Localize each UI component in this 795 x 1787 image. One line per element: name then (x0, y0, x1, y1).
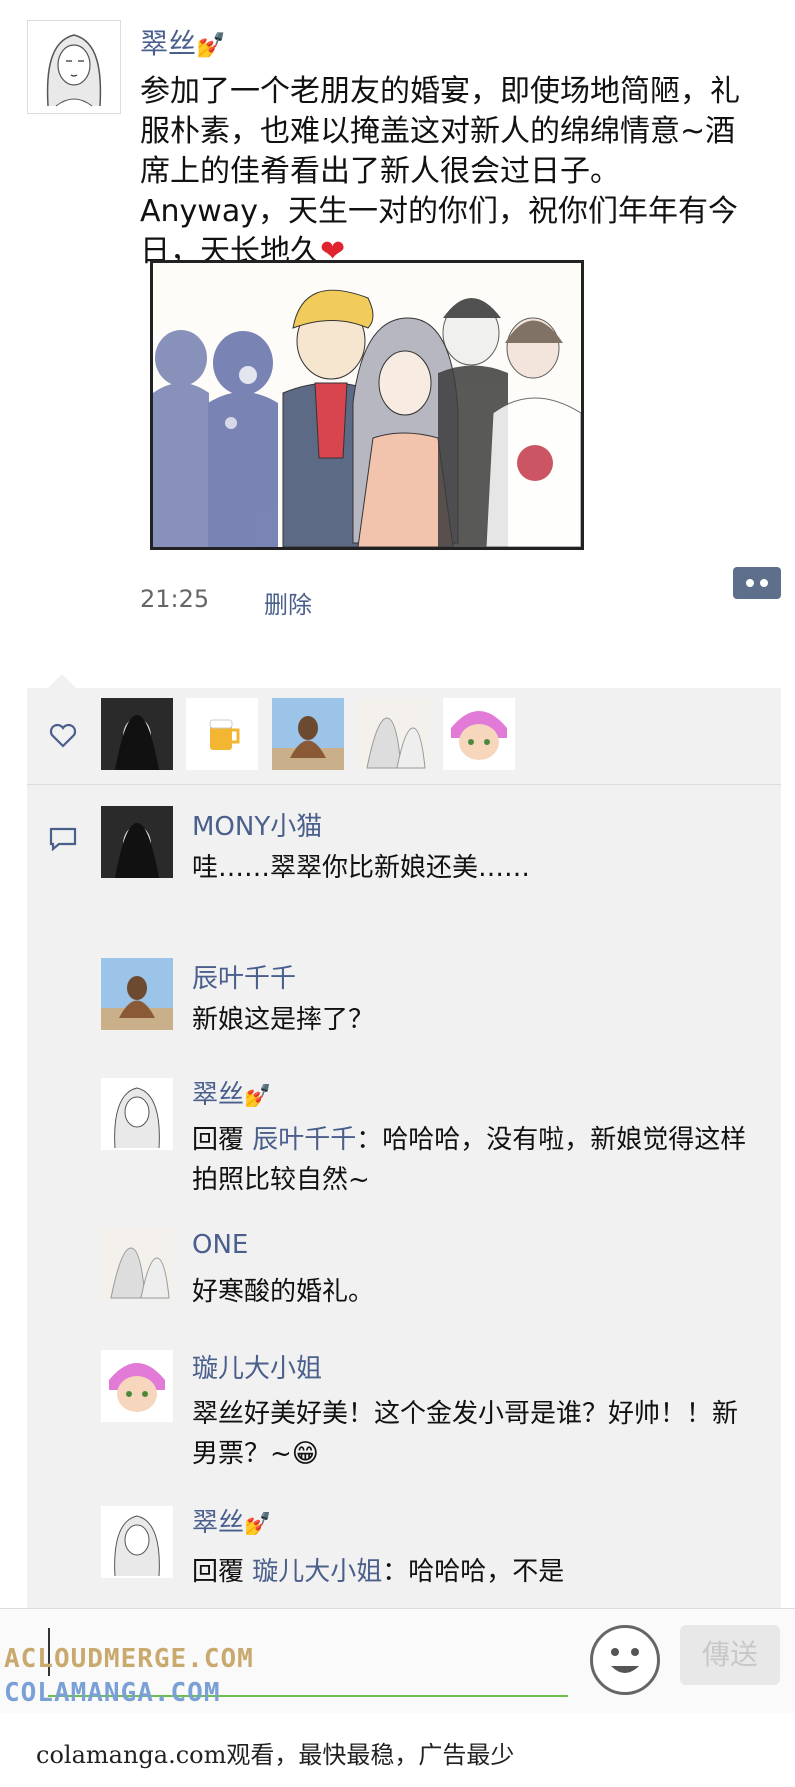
hand-emoji-icon: 💅 (244, 1512, 272, 1537)
comment-text: 好寒酸的婚礼。 (192, 1277, 375, 1307)
watermark-colamanga: COLAMANGA.COM (4, 1678, 221, 1708)
comment-author[interactable]: 璇儿大小姐 (192, 1348, 322, 1385)
like-avatar-xuaner[interactable] (443, 698, 515, 770)
comment-icon (49, 827, 77, 852)
hand-emoji-icon: 💅 (196, 31, 226, 59)
heart-icon (49, 723, 77, 748)
post-time: 21:25 (140, 585, 210, 613)
post-image[interactable] (150, 260, 584, 550)
watermark-acloudmerge: ACLOUDMERGE.COM (4, 1644, 254, 1674)
comment-author[interactable]: 翠丝💅 (192, 1074, 271, 1111)
comment-avatar-xuaner[interactable] (101, 1350, 173, 1422)
comment-author[interactable]: ONE (192, 1230, 248, 1260)
like-avatar-beer[interactable] (186, 698, 258, 770)
panel-arrow (48, 674, 76, 688)
reply-label: 回覆 (192, 1557, 245, 1587)
author-avatar[interactable] (27, 20, 121, 114)
more-dots-icon[interactable] (733, 567, 781, 599)
comment-avatar-mony[interactable] (101, 806, 173, 878)
comment-text: 哇……翠翠你比新娘还美…… (192, 853, 531, 883)
reply-body: ：哈哈哈，不是 (382, 1557, 565, 1587)
hand-emoji-icon: 💅 (244, 1084, 272, 1109)
like-row-divider (27, 784, 781, 785)
comment-avatar-cuisi[interactable] (101, 1506, 173, 1578)
guest-silhouettes (153, 330, 278, 547)
delete-link[interactable]: 删除 (264, 585, 312, 620)
like-avatar-chenye[interactable] (272, 698, 344, 770)
comment-author[interactable]: 辰叶千千 (192, 958, 296, 995)
comment-avatar-chenye[interactable] (101, 958, 173, 1030)
reply-target[interactable]: 辰叶千千 (252, 1125, 356, 1155)
footer-notice: colamanga.com观看，最快最稳，广告最少 (36, 1741, 515, 1769)
reply-target[interactable]: 璇儿大小姐 (252, 1557, 382, 1587)
emoji-icon[interactable] (590, 1625, 660, 1695)
post-author-name[interactable]: 翠丝💅 (140, 22, 226, 62)
post-text: 参加了一个老朋友的婚宴，即使场地简陋，礼服朴素，也难以掩盖这对新人的绵绵情意~酒… (140, 74, 740, 269)
comment-author[interactable]: 翠丝💅 (192, 1502, 271, 1539)
grin-emoji-icon: 😁 (291, 1439, 319, 1469)
comment-avatar-one[interactable] (101, 1228, 173, 1300)
comment-text: 翠丝好美好美！这个金发小哥是谁？好帅！！新男票？~😁 (192, 1399, 739, 1469)
comment-avatar-cuisi[interactable] (101, 1078, 173, 1150)
reply-label: 回覆 (192, 1125, 245, 1155)
send-button[interactable]: 傳送 (680, 1625, 780, 1685)
comment-author[interactable]: MONY小猫 (192, 806, 322, 843)
comment-text: 新娘这是摔了？ (192, 1005, 375, 1035)
like-avatar-mony[interactable] (101, 698, 173, 770)
like-avatar-one[interactable] (357, 698, 429, 770)
comment-text: 回覆 璇儿大小姐：哈哈哈，不是 (192, 1552, 752, 1592)
comment-text: 回覆 辰叶千千：哈哈哈，没有啦，新娘觉得这样拍照比较自然~ (192, 1120, 752, 1200)
